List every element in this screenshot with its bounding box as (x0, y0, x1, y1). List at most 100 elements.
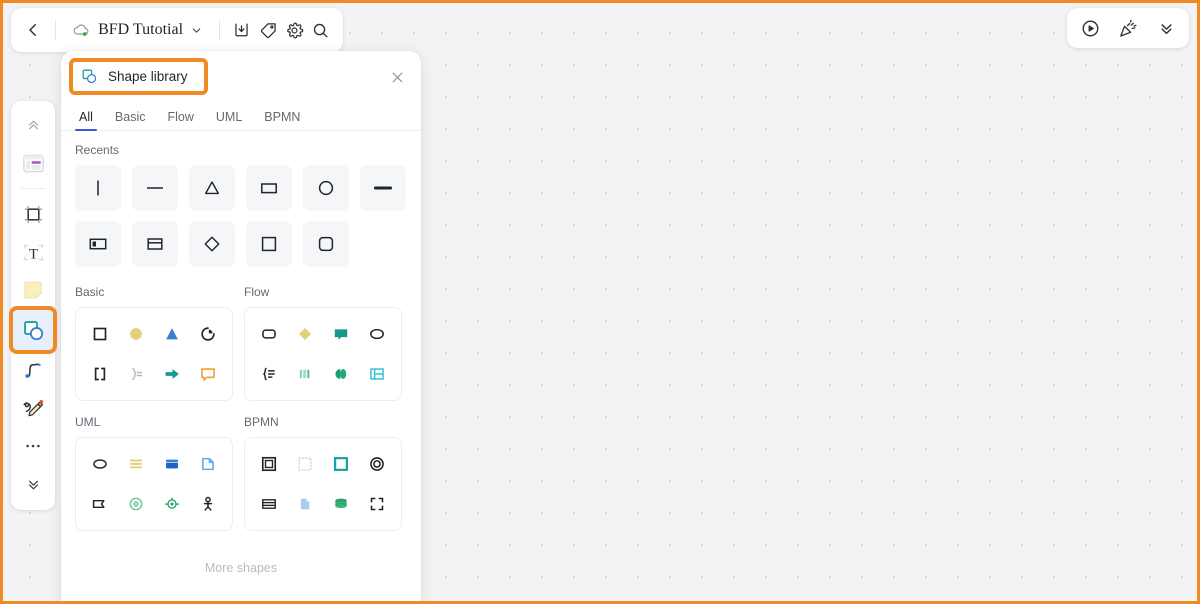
present-button[interactable] (1074, 12, 1106, 44)
shape-flag-tag[interactable] (82, 487, 118, 521)
sidebar-item-templates[interactable] (15, 145, 51, 181)
category-card-basic (75, 307, 233, 401)
category-card-flow (244, 307, 402, 401)
chevron-down-icon (190, 24, 203, 37)
sidebar-scroll-up-button[interactable] (15, 107, 51, 143)
back-button[interactable] (21, 14, 45, 46)
shape-filled-circle[interactable] (118, 317, 154, 351)
shape-lifeline-port[interactable] (154, 487, 190, 521)
shape-rounded-square[interactable] (303, 221, 349, 267)
shape-thick-line[interactable] (360, 165, 406, 211)
category-bpmn: BPMN (244, 415, 402, 531)
cloud-synced-icon (72, 21, 91, 40)
shape-square-outline[interactable] (82, 317, 118, 351)
top-right-toolbar (1067, 8, 1189, 48)
shape-left-panel[interactable] (75, 221, 121, 267)
tab-bpmn[interactable]: BPMN (254, 110, 310, 131)
shape-square[interactable] (246, 221, 292, 267)
shape-ellipse-use-case[interactable] (82, 447, 118, 481)
category-basic: Basic (75, 285, 233, 401)
sidebar-item-frame[interactable] (15, 196, 51, 232)
shape-library-body: Recents Basic Flow UML BPMN More shapes (61, 131, 421, 601)
template-icon (21, 151, 46, 176)
shape-tool-icon (21, 318, 46, 343)
settings-button[interactable] (282, 14, 306, 46)
shape-class-box[interactable] (154, 447, 190, 481)
tag-button[interactable] (256, 14, 280, 46)
shape-library-title: Shape library (108, 68, 188, 84)
close-icon (390, 70, 405, 85)
shape-library-header: Shape library (61, 51, 421, 101)
shape-rectangle[interactable] (246, 165, 292, 211)
shape-rounded-rect[interactable] (251, 317, 287, 351)
shape-nested-square[interactable] (251, 447, 287, 481)
more-shapes-button[interactable]: More shapes (75, 545, 407, 589)
shape-dotted-square[interactable] (287, 447, 323, 481)
category-label-uml: UML (75, 415, 101, 429)
shape-ellipse-outline[interactable] (359, 317, 395, 351)
sidebar-item-shapes[interactable] (9, 306, 57, 354)
sticky-note-icon (21, 278, 45, 302)
shape-filled-triangle[interactable] (154, 317, 190, 351)
shape-arrow-right[interactable] (154, 357, 190, 391)
category-row-2: UML BPMN (75, 415, 407, 531)
shape-stacked-lines[interactable] (118, 447, 154, 481)
sidebar-item-connector[interactable] (15, 352, 51, 388)
shape-vertical-line[interactable] (75, 165, 121, 211)
close-panel-button[interactable] (387, 67, 407, 87)
chevrons-up-icon (25, 117, 42, 134)
shape-data-store[interactable] (323, 487, 359, 521)
shape-brace-list[interactable] (251, 357, 287, 391)
celebrate-button[interactable] (1112, 12, 1144, 44)
shape-teal-square[interactable] (323, 447, 359, 481)
search-button[interactable] (309, 14, 333, 46)
category-flow: Flow (244, 285, 402, 401)
shape-data-object[interactable] (287, 487, 323, 521)
shape-circle[interactable] (303, 165, 349, 211)
shape-parallel-bars[interactable] (287, 357, 323, 391)
shape-top-header[interactable] (132, 221, 178, 267)
shape-brace-equals[interactable] (118, 357, 154, 391)
shape-diamond[interactable] (189, 221, 235, 267)
shape-document-page[interactable] (190, 447, 226, 481)
collapse-right-button[interactable] (1150, 12, 1182, 44)
shape-callout-filled[interactable] (323, 317, 359, 351)
tab-flow[interactable]: Flow (157, 110, 203, 131)
party-popper-icon (1118, 18, 1139, 39)
search-icon (311, 21, 330, 40)
more-ellipsis-icon (23, 436, 43, 456)
sidebar-divider (21, 188, 45, 189)
whiteboard-app: BFD Tutotial T Shape library All Basic F… (0, 0, 1200, 604)
shape-brackets[interactable] (82, 357, 118, 391)
document-title-chip[interactable]: BFD Tutotial (66, 14, 209, 46)
sidebar-item-sticky-note[interactable] (15, 272, 51, 308)
shape-striped-rect[interactable] (251, 487, 287, 521)
shape-filled-state-circle[interactable] (118, 487, 154, 521)
recents-shape-grid (75, 165, 407, 267)
shape-actor-stickman[interactable] (190, 487, 226, 521)
shape-diamond-filled[interactable] (287, 317, 323, 351)
shape-split-oval[interactable] (323, 357, 359, 391)
sidebar-scroll-down-button[interactable] (15, 466, 51, 502)
category-label-basic: Basic (75, 285, 105, 299)
category-label-bpmn: BPMN (244, 415, 279, 429)
shape-horizontal-line[interactable] (132, 165, 178, 211)
category-card-uml (75, 437, 233, 531)
tab-basic[interactable]: Basic (105, 110, 156, 131)
shape-library-panel: Shape library All Basic Flow UML BPMN Re… (61, 51, 421, 601)
shape-corner-brackets[interactable] (359, 487, 395, 521)
frame-icon (22, 203, 45, 226)
shape-pie-arc[interactable] (190, 317, 226, 351)
shape-double-circle[interactable] (359, 447, 395, 481)
shape-triangle[interactable] (189, 165, 235, 211)
download-button[interactable] (230, 14, 254, 46)
sidebar-item-more[interactable] (15, 428, 51, 464)
shape-speech-bubble[interactable] (190, 357, 226, 391)
left-tool-sidebar: T (9, 101, 57, 510)
tab-all[interactable]: All (69, 110, 103, 131)
sidebar-item-pen[interactable] (15, 390, 51, 426)
download-icon (232, 21, 251, 40)
shape-table-grid[interactable] (359, 357, 395, 391)
sidebar-item-text[interactable]: T (15, 234, 51, 270)
tab-uml[interactable]: UML (206, 110, 252, 131)
